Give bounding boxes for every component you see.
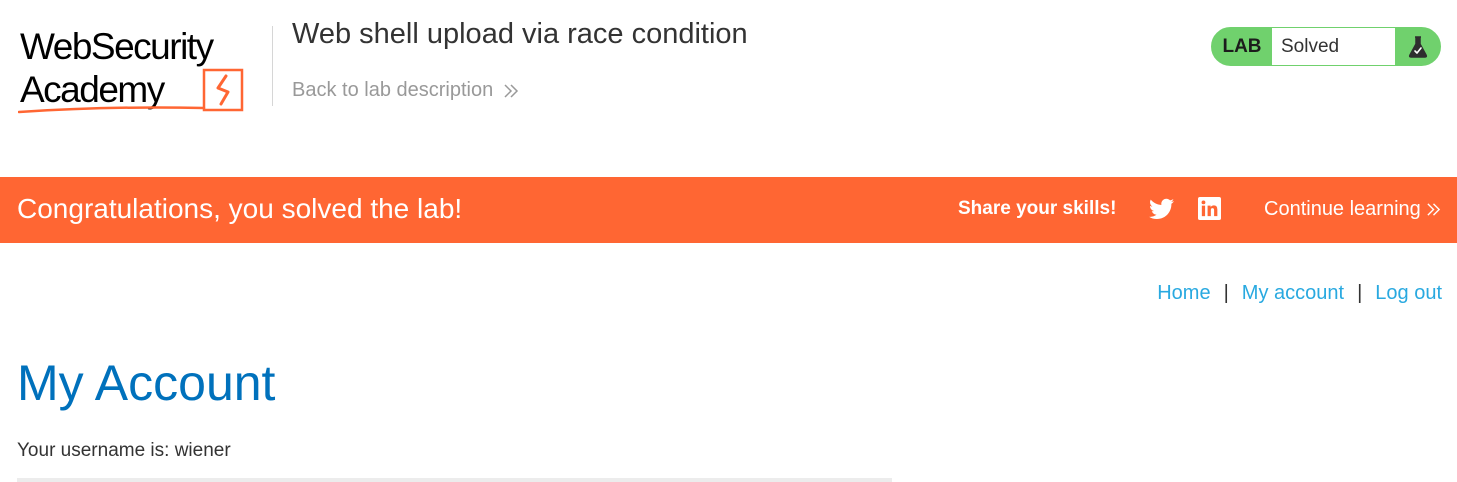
- username-text: Your username is: wiener: [17, 440, 231, 461]
- nav-log-out-link[interactable]: Log out: [1375, 282, 1442, 305]
- lab-status-widget: LAB Solved: [1211, 27, 1441, 66]
- back-to-lab-description-link[interactable]: Back to lab description: [292, 79, 519, 102]
- linkedin-icon[interactable]: [1198, 197, 1221, 220]
- web-security-academy-logo[interactable]: WebSecurity Academy: [18, 26, 268, 116]
- solved-banner: Congratulations, you solved the lab! Sha…: [0, 177, 1457, 243]
- nav-my-account-link[interactable]: My account: [1242, 282, 1344, 305]
- twitter-icon[interactable]: [1149, 198, 1174, 220]
- double-chevron-right-icon: [1427, 203, 1440, 216]
- double-chevron-right-icon: [504, 83, 519, 98]
- section-divider: [17, 478, 892, 482]
- congratulations-message: Congratulations, you solved the lab!: [17, 193, 463, 224]
- status-icon-container: [1395, 28, 1440, 65]
- logo-divider: [272, 26, 273, 106]
- continue-learning-link[interactable]: Continue learning: [1264, 198, 1441, 221]
- flask-icon: [1408, 35, 1427, 58]
- nav-separator: |: [1223, 282, 1229, 304]
- lab-title: Web shell upload via race condition: [292, 18, 748, 50]
- lab-label: LAB: [1222, 35, 1262, 57]
- page-header: WebSecurity Academy Web shell upload via…: [0, 0, 1457, 177]
- share-skills-label: Share your skills!: [958, 198, 1117, 219]
- top-navigation: Home | My account | Log out: [1157, 282, 1442, 305]
- logo-line2: Academy: [20, 69, 166, 110]
- lab-status-text: Solved: [1272, 28, 1395, 65]
- page-title: My Account: [17, 355, 276, 411]
- continue-learning-label: Continue learning: [1264, 198, 1421, 220]
- nav-home-link[interactable]: Home: [1157, 282, 1210, 305]
- nav-separator: |: [1357, 282, 1363, 304]
- back-link-label: Back to lab description: [292, 79, 494, 101]
- logo-line1: WebSecurity: [20, 26, 215, 67]
